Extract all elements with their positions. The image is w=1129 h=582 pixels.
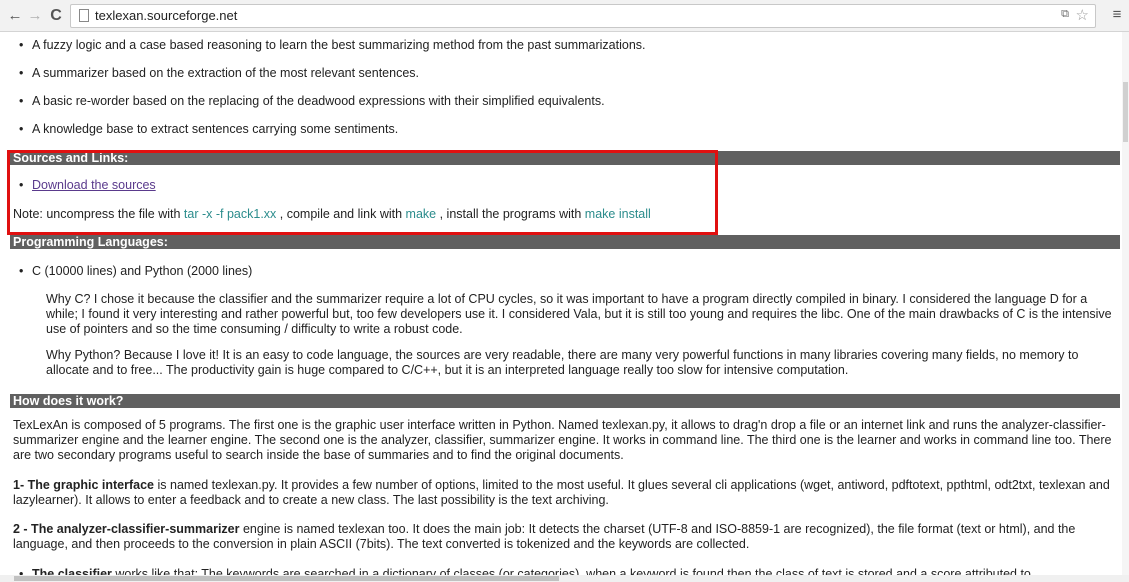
list-item: A basic re-worder based on the replacing… <box>19 94 605 108</box>
back-arrow-icon[interactable]: ← <box>6 6 24 26</box>
browser-toolbar: ← → C texlexan.sourceforge.net ⧉ ☆ ≡ <box>0 0 1129 32</box>
list-item: A fuzzy logic and a case based reasoning… <box>19 38 646 52</box>
list-item: A summarizer based on the extraction of … <box>19 66 419 80</box>
how-intro-paragraph: TexLexAn is composed of 5 programs. The … <box>13 418 1112 462</box>
menu-icon[interactable]: ≡ <box>1108 6 1126 26</box>
list-item: A knowledge base to extract sentences ca… <box>19 122 398 136</box>
bookmark-star-icon[interactable]: ☆ <box>1076 6 1089 24</box>
vertical-scrollbar[interactable] <box>1122 32 1129 575</box>
page-content: A fuzzy logic and a case based reasoning… <box>0 32 1129 582</box>
url-text[interactable]: texlexan.sourceforge.net <box>95 8 237 23</box>
address-bar[interactable]: texlexan.sourceforge.net ⧉ ☆ <box>70 4 1096 28</box>
list-item: C (10000 lines) and Python (2000 lines) <box>19 264 252 278</box>
vertical-scroll-thumb[interactable] <box>1123 82 1128 142</box>
reload-icon[interactable]: C <box>46 6 66 26</box>
engine-paragraph: 2 - The analyzer-classifier-summarizer e… <box>13 522 1076 551</box>
why-c-paragraph: Why C? I chose it because the classifier… <box>46 292 1112 336</box>
section-header-how: How does it work? <box>10 394 1120 408</box>
translate-icon[interactable]: ⧉ <box>1061 8 1069 21</box>
highlight-box <box>7 150 718 235</box>
section-header-languages: Programming Languages: <box>10 235 1120 249</box>
horizontal-scroll-thumb[interactable] <box>14 576 559 581</box>
gui-paragraph: 1- The graphic interface is named texlex… <box>13 478 1110 507</box>
forward-arrow-icon[interactable]: → <box>26 6 44 26</box>
page-icon <box>79 9 89 22</box>
horizontal-scrollbar[interactable] <box>0 575 1129 582</box>
why-python-paragraph: Why Python? Because I love it! It is an … <box>46 348 1079 377</box>
